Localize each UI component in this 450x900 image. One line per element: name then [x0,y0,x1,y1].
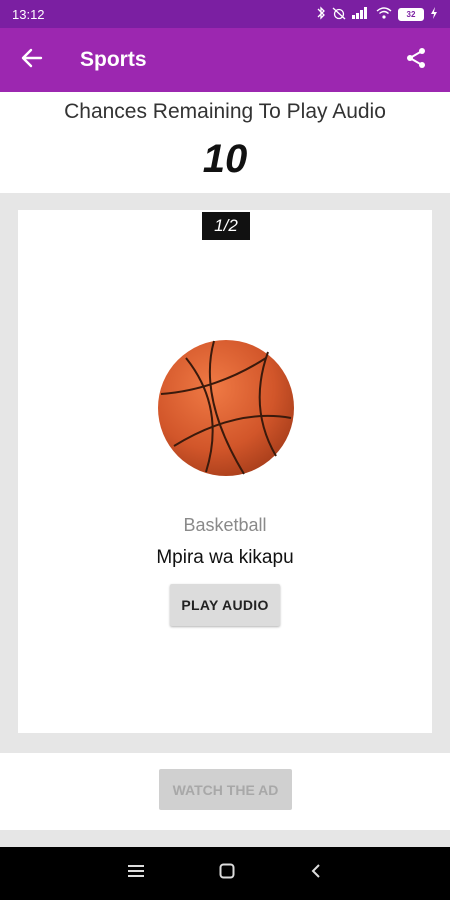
word-english: Basketball [183,515,267,535]
page-title: Sports [80,48,147,71]
back-chevron-icon[interactable] [310,863,322,884]
battery-icon: 32 [398,7,424,21]
share-icon [404,46,428,75]
basketball-icon [156,338,296,483]
wifi-icon [376,6,392,22]
menu-icon[interactable] [128,864,144,883]
bottom-gray-strip [0,830,450,847]
back-button[interactable] [0,28,64,92]
status-icons: 32 [316,5,438,23]
play-audio-button[interactable]: PLAY AUDIO [170,584,280,626]
bluetooth-icon [316,5,326,23]
status-bar: 13:12 32 [0,0,450,28]
arrow-back-icon [21,47,43,74]
chances-count: 10 [202,137,248,181]
page-indicator: 1/2 [202,212,250,240]
signal-icon [352,6,370,22]
chances-label: Chances Remaining To Play Audio [64,100,386,123]
alarm-off-icon [332,6,346,23]
watch-ad-button[interactable]: WATCH THE AD [159,769,292,810]
home-square-icon[interactable] [219,863,235,884]
system-nav-bar [0,847,450,900]
word-swahili: Mpira wa kikapu [156,547,294,568]
app-bar: Sports [0,28,450,92]
share-button[interactable] [398,42,434,78]
status-time: 13:12 [12,6,45,22]
charging-icon [430,6,438,22]
